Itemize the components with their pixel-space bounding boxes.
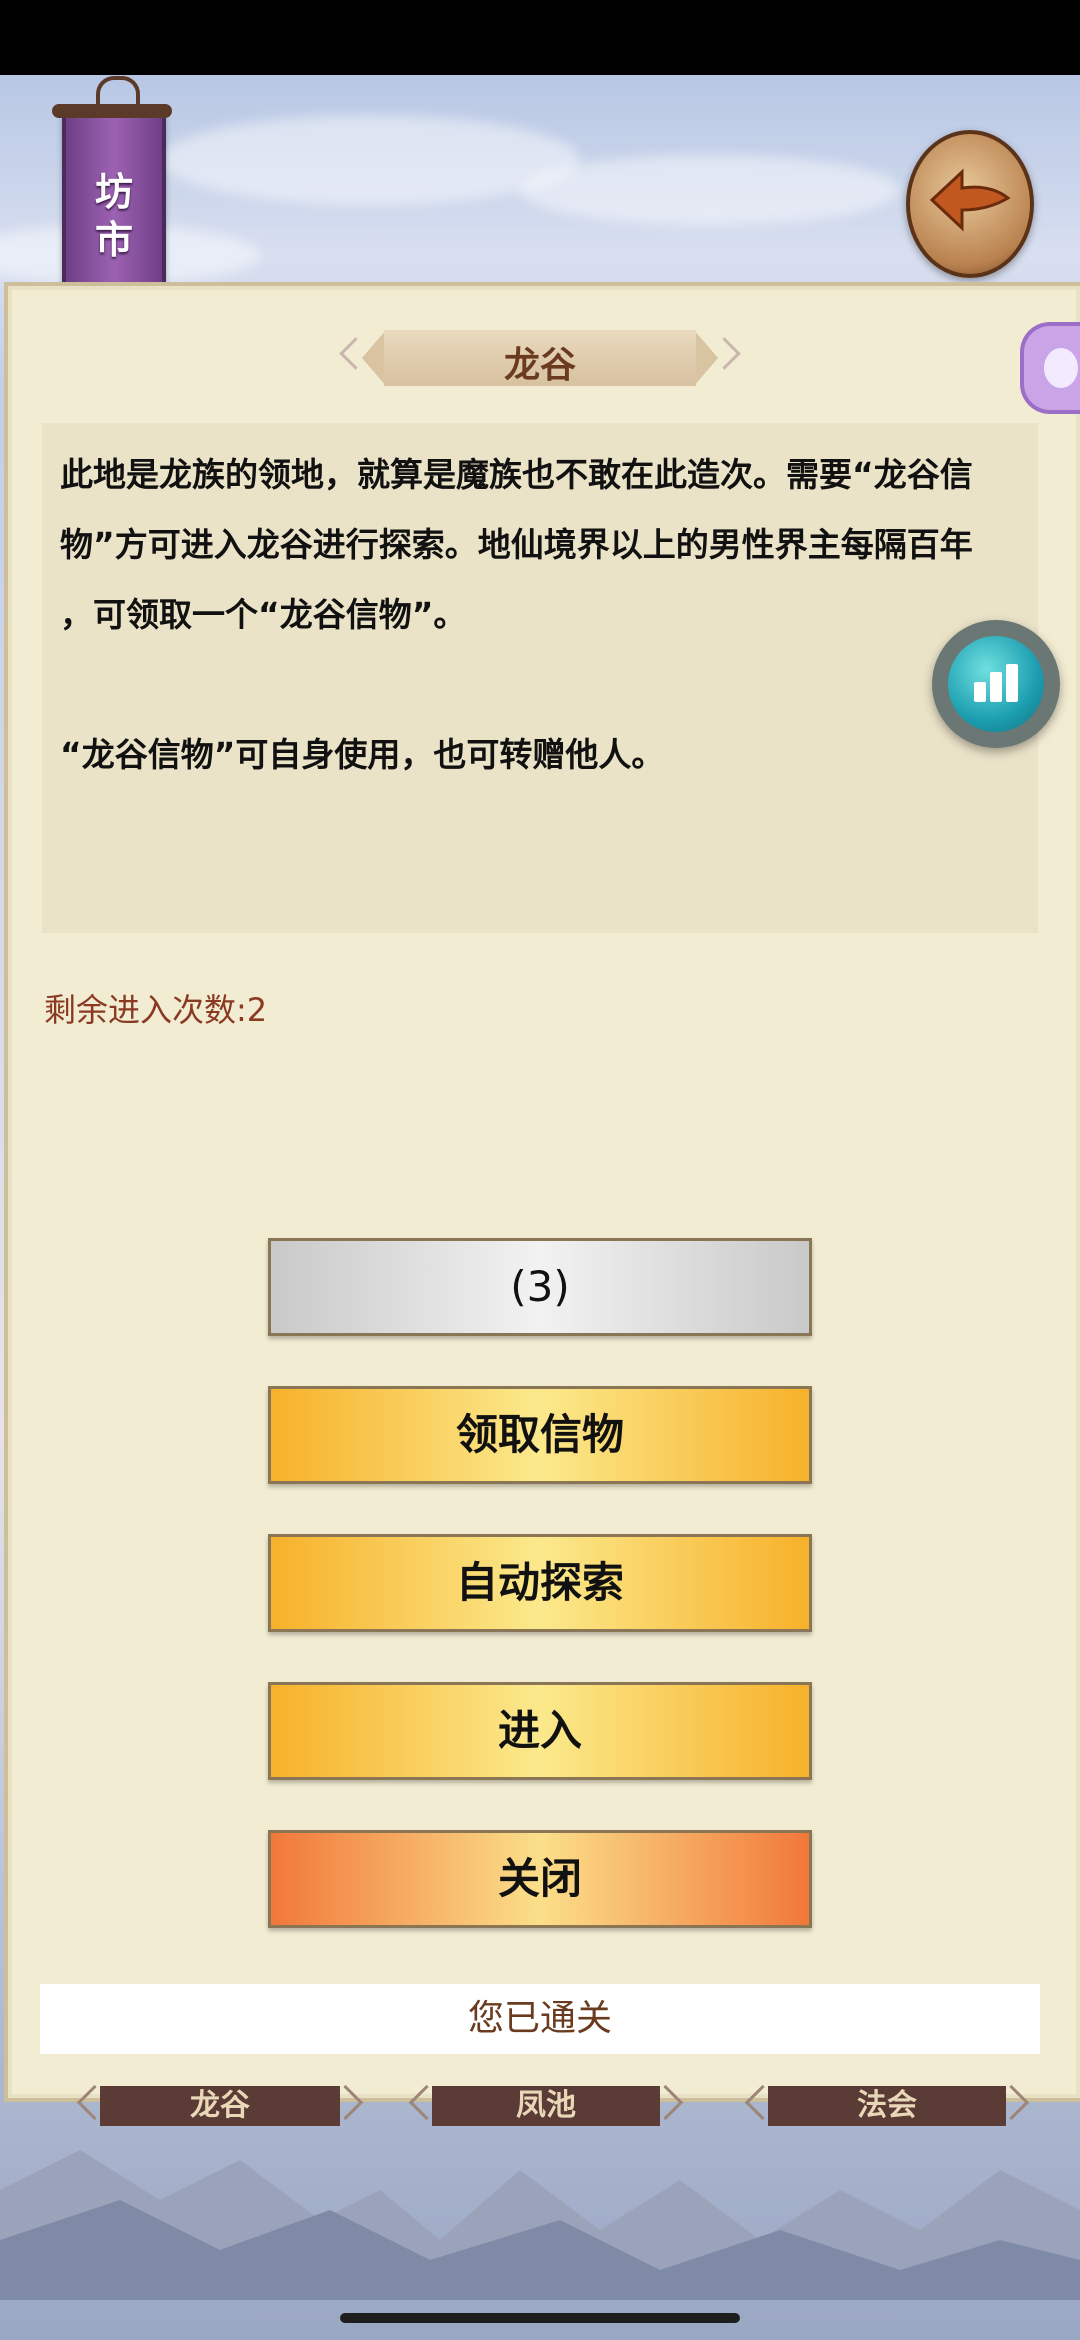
tab-dharma-assembly[interactable]: 法会 (768, 2086, 1006, 2126)
back-button[interactable] (906, 130, 1034, 278)
remaining-entries: 剩余进入次数:2 (44, 985, 267, 1031)
claim-token-button[interactable]: 领取信物 (268, 1386, 812, 1484)
status-bar (0, 0, 1080, 75)
cleared-notice: 您已通关 (40, 1984, 1040, 2054)
tab-dragon-valley[interactable]: 龙谷 (100, 2086, 340, 2126)
description-line: ，可领取一个“龙谷信物”。 (60, 595, 467, 634)
enter-label: 进入 (497, 1706, 582, 1755)
banner-char-1: 坊 (94, 170, 133, 214)
description-line: 物”方可进入龙谷进行探索。地仙境界以上的男性界主每隔百年 (60, 525, 973, 564)
auto-explore-label: 自动探索 (455, 1558, 624, 1607)
bar-chart-icon (948, 636, 1044, 732)
dialog-title-text: 龙谷 (503, 345, 576, 386)
description-line: “龙谷信物”可自身使用，也可转赠他人。 (60, 735, 665, 774)
dialog-title: 龙谷 (339, 330, 741, 386)
mountain-scenery (0, 2150, 1080, 2300)
countdown-label: (3) (510, 1262, 570, 1311)
floating-stats-button[interactable] (932, 620, 1060, 748)
auto-explore-button[interactable]: 自动探索 (268, 1534, 812, 1632)
remaining-label: 剩余进入次数: (44, 991, 247, 1029)
banner-char-2: 市 (94, 218, 133, 262)
market-banner[interactable]: 坊 市 (52, 76, 172, 295)
description-line: 此地是龙族的领地，就算是魔族也不敢在此造次。需要“龙谷信 (60, 455, 973, 494)
close-button[interactable]: 关闭 (268, 1830, 812, 1928)
home-indicator[interactable] (340, 2313, 740, 2323)
countdown-button[interactable]: (3) (268, 1238, 812, 1336)
close-label: 关闭 (497, 1854, 582, 1903)
back-arrow-icon (929, 168, 1011, 232)
tab-phoenix-pool[interactable]: 凤池 (432, 2086, 660, 2126)
bottom-tabs: 龙谷 凤池 法会 (0, 2086, 1080, 2126)
description-text: 此地是龙族的领地，就算是魔族也不敢在此造次。需要“龙谷信 物”方可进入龙谷进行探… (60, 440, 1020, 790)
side-event-tab[interactable] (1020, 322, 1080, 414)
remaining-count: 2 (246, 991, 268, 1029)
enter-button[interactable]: 进入 (268, 1682, 812, 1780)
claim-token-label: 领取信物 (455, 1410, 624, 1459)
